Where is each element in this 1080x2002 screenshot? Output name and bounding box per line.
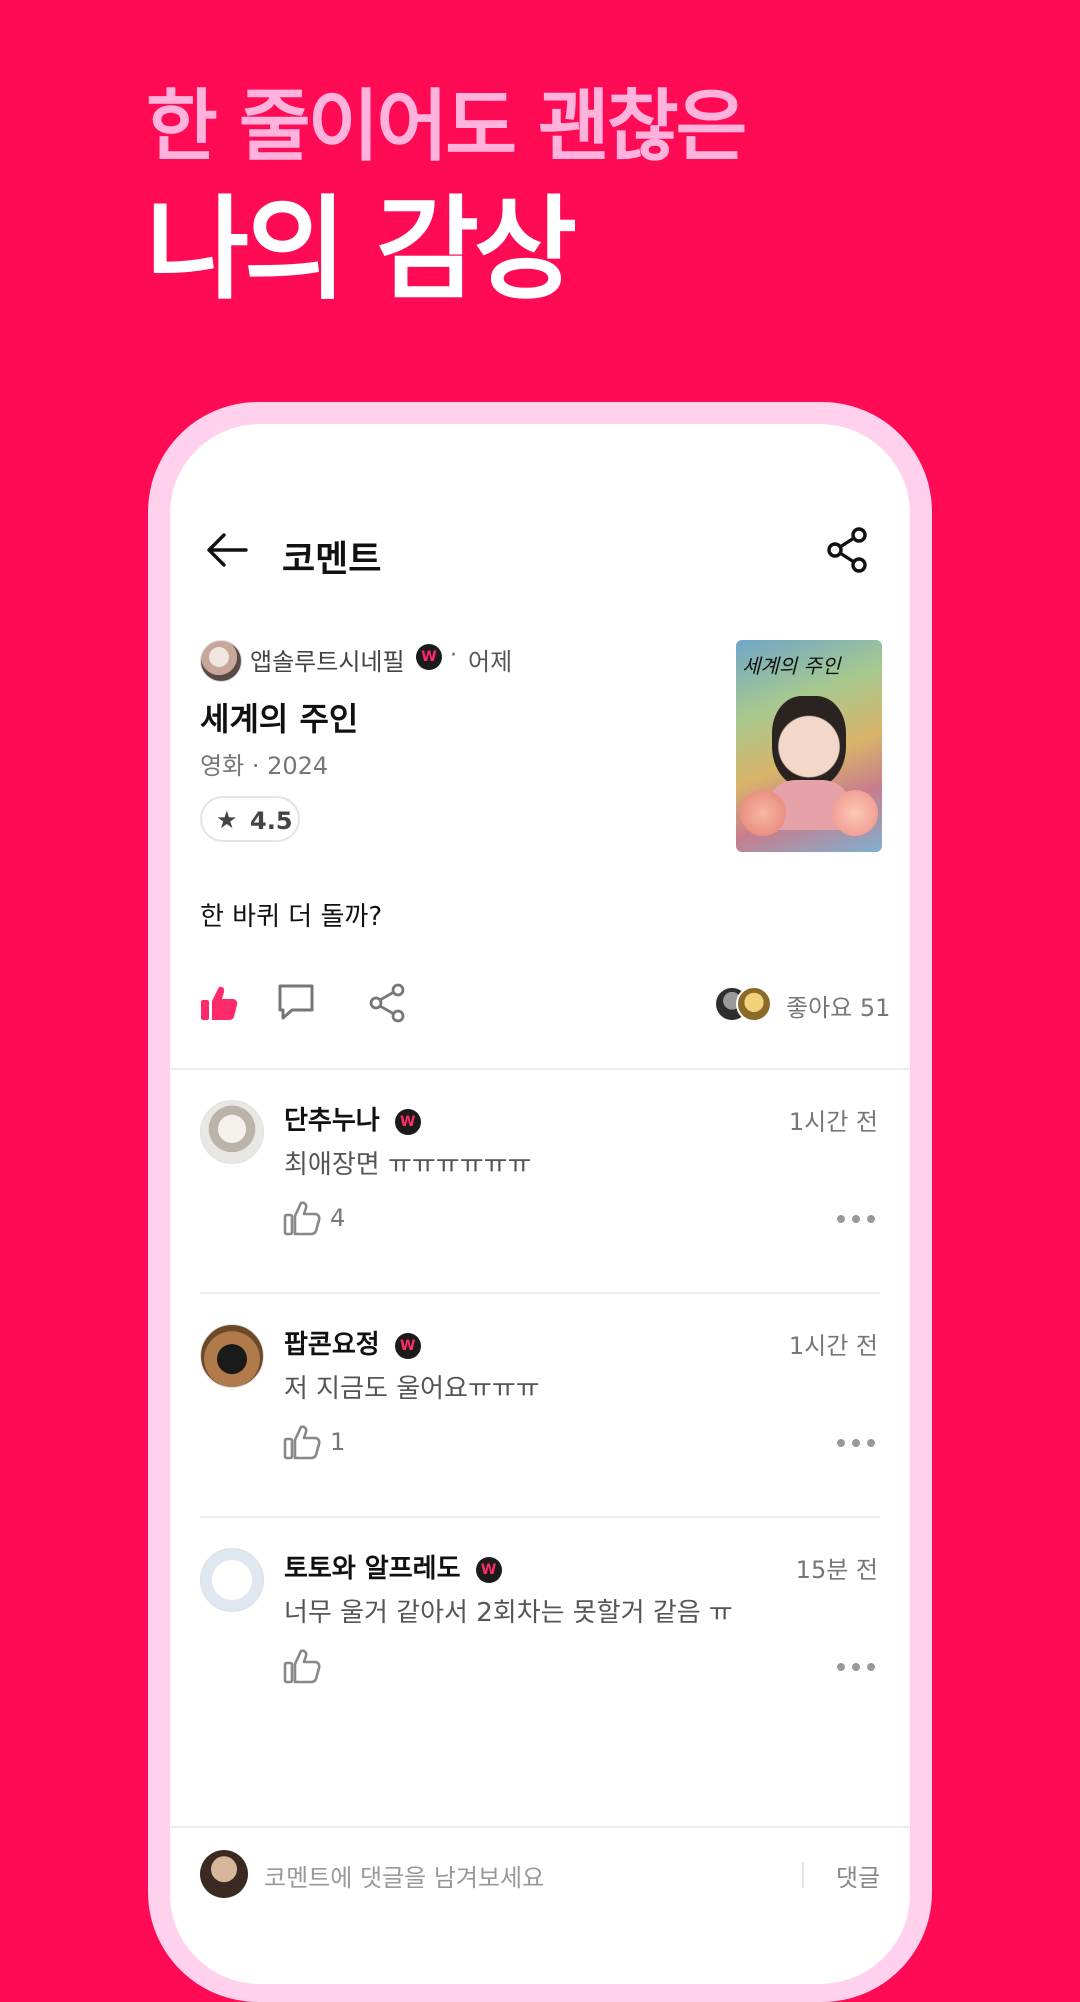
reply-time: 1시간 전 — [788, 1108, 878, 1136]
thumbs-up-filled-icon[interactable] — [198, 982, 240, 1024]
poster-flower — [740, 790, 786, 836]
reply-author[interactable]: 토토와 알프레도 W — [284, 1548, 502, 1585]
author-avatar[interactable] — [200, 640, 242, 682]
reply-time: 1시간 전 — [788, 1332, 878, 1360]
reply-item: 토토와 알프레도 W 15분 전 너무 울거 같아서 2회차는 못할거 같음 ㅠ — [170, 1518, 910, 1742]
divider — [802, 1862, 804, 1888]
reply-avatar[interactable] — [200, 1548, 264, 1612]
watcha-badge-icon: W — [475, 1556, 502, 1583]
reply-text: 저 지금도 울어요ㅠㅠㅠ — [284, 1374, 540, 1404]
movie-title[interactable]: 세계의 주인 — [200, 694, 358, 740]
liker-avatar — [736, 986, 772, 1022]
like-count[interactable]: 좋아요 51 — [786, 988, 890, 1023]
phone-screen: 코멘트 앱솔루트시네필 W · 어제 세계의 주인 영화 · 2024 ★ 4.… — [170, 424, 910, 1984]
reply-author[interactable]: 단추누나 W — [284, 1100, 421, 1137]
headline-line-2: 나의 감상 — [146, 185, 577, 315]
thumbs-up-icon[interactable] — [282, 1646, 322, 1686]
page-title: 코멘트 — [282, 539, 382, 580]
rating-badge: ★ 4.5 — [200, 796, 300, 842]
comment-icon[interactable] — [274, 980, 318, 1024]
reply-author-name: 팝콘요정 — [284, 1330, 380, 1360]
headline-line-1: 한 줄이어도 괜찮은 — [146, 82, 747, 172]
movie-category: 영화 — [200, 752, 245, 780]
reply-time: 15분 전 — [795, 1556, 878, 1584]
thumbs-up-icon[interactable] — [282, 1198, 322, 1238]
divider — [170, 1826, 910, 1828]
reply-like-count: 4 — [330, 1204, 346, 1232]
reply-item: 단추누나 W 1시간 전 최애장면 ㅠㅠㅠㅠㅠㅠ 4 — [170, 1070, 910, 1294]
arrow-left-icon[interactable] — [204, 528, 250, 572]
reply-input[interactable]: 코멘트에 댓글을 남겨보세요 — [264, 1858, 544, 1893]
reply-like-count: 1 — [330, 1428, 346, 1456]
thumbs-up-icon[interactable] — [282, 1422, 322, 1462]
reply-avatar[interactable] — [200, 1324, 264, 1388]
reply-text: 너무 울거 같아서 2회차는 못할거 같음 ㅠ — [284, 1598, 733, 1628]
movie-poster[interactable]: 세계의 주인 — [736, 640, 882, 852]
more-options-icon[interactable] — [836, 1662, 876, 1672]
reply-avatar[interactable] — [200, 1100, 264, 1164]
my-avatar — [200, 1850, 248, 1898]
poster-flower — [832, 790, 878, 836]
share-icon[interactable] — [826, 526, 870, 574]
watcha-badge-icon: W — [416, 644, 442, 670]
reply-text: 최애장면 ㅠㅠㅠㅠㅠㅠ — [284, 1150, 532, 1180]
reply-item: 팝콘요정 W 1시간 전 저 지금도 울어요ㅠㅠㅠ 1 — [170, 1294, 910, 1518]
reply-author[interactable]: 팝콘요정 W — [284, 1324, 421, 1361]
meta-separator: · — [251, 752, 260, 780]
reply-author-name: 토토와 알프레도 — [284, 1554, 461, 1584]
rating-value: 4.5 — [250, 807, 293, 835]
poster-portrait — [772, 696, 846, 788]
liker-avatars[interactable] — [714, 986, 772, 1022]
share-icon[interactable] — [368, 982, 408, 1024]
reply-input-bar: 코멘트에 댓글을 남겨보세요 댓글 — [170, 1826, 910, 1984]
separator-dot: · — [450, 643, 457, 668]
more-options-icon[interactable] — [836, 1214, 876, 1224]
author-name[interactable]: 앱솔루트시네필 — [250, 642, 405, 677]
reply-author-name: 단추누나 — [284, 1106, 380, 1136]
promo-headline: 한 줄이어도 괜찮은 나의 감상 — [146, 82, 747, 315]
watcha-badge-icon: W — [394, 1108, 421, 1135]
more-options-icon[interactable] — [836, 1438, 876, 1448]
reply-submit-button[interactable]: 댓글 — [836, 1858, 880, 1893]
star-icon: ★ — [216, 806, 238, 834]
movie-meta: 영화 · 2024 — [200, 746, 328, 781]
comment-body: 한 바퀴 더 돌까? — [200, 902, 383, 932]
movie-year: 2024 — [267, 752, 329, 780]
post-time: 어제 — [468, 648, 513, 676]
watcha-badge-icon: W — [394, 1332, 421, 1359]
poster-title: 세계의 주인 — [742, 654, 841, 678]
